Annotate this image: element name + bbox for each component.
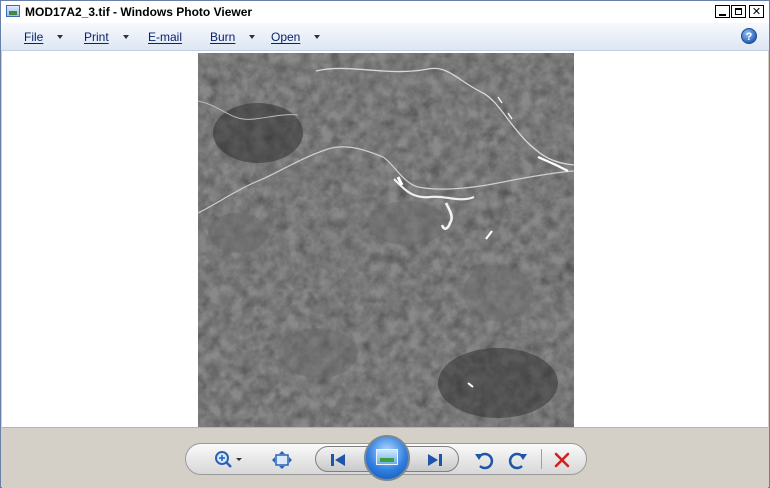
rotate-clockwise-button[interactable] — [508, 450, 528, 470]
menu-email-label: E-mail — [148, 30, 183, 44]
chevron-down-icon — [122, 34, 129, 39]
image-viewport[interactable] — [2, 51, 768, 427]
menu-burn[interactable]: Burn — [210, 30, 256, 44]
slideshow-icon — [376, 449, 398, 465]
slideshow-button[interactable] — [364, 435, 410, 481]
menu-print-label: Print — [84, 30, 109, 44]
chevron-down-icon — [314, 34, 321, 39]
menu-email[interactable]: E-mail — [148, 30, 182, 44]
maximize-icon — [735, 8, 742, 15]
magnifier-plus-icon — [215, 451, 242, 468]
skip-back-icon — [331, 454, 345, 466]
delete-button[interactable] — [553, 451, 571, 469]
satellite-image — [197, 53, 575, 427]
previous-button[interactable] — [328, 452, 348, 468]
actual-size-button[interactable] — [272, 451, 292, 469]
menu-burn-label: Burn — [210, 30, 236, 44]
close-button[interactable]: ✕ — [749, 5, 764, 18]
menu-print[interactable]: Print — [84, 30, 129, 44]
rotate-right-icon — [508, 452, 527, 470]
help-icon[interactable]: ? — [741, 28, 757, 44]
satellite-image-graphic — [197, 53, 575, 427]
skip-forward-icon — [428, 454, 442, 466]
maximize-button[interactable] — [731, 5, 746, 18]
menu-bar: File Print E-mail Burn Open ? — [1, 23, 769, 51]
minimize-button[interactable] — [715, 5, 730, 18]
photo-viewer-window: MOD17A2_3.tif - Windows Photo Viewer ✕ F… — [0, 0, 770, 488]
zoom-button[interactable] — [214, 450, 246, 470]
delete-x-icon — [554, 452, 570, 468]
menu-file-label: File — [24, 30, 44, 44]
minimize-icon — [719, 14, 726, 16]
title-bar[interactable]: MOD17A2_3.tif - Windows Photo Viewer ✕ — [1, 1, 769, 24]
rotate-counterclockwise-button[interactable] — [474, 450, 494, 470]
menu-open[interactable]: Open — [271, 30, 321, 44]
chevron-down-icon — [249, 34, 256, 39]
next-button[interactable] — [425, 452, 445, 468]
close-icon: ✕ — [751, 5, 762, 18]
toolbar-divider — [541, 449, 542, 469]
menu-open-label: Open — [271, 30, 301, 44]
rotate-left-icon — [475, 452, 494, 470]
window-title: MOD17A2_3.tif - Windows Photo Viewer — [25, 5, 253, 19]
photo-viewer-icon[interactable] — [6, 5, 20, 17]
fit-window-icon — [272, 451, 292, 469]
chevron-down-icon — [57, 34, 64, 39]
menu-file[interactable]: File — [24, 30, 64, 44]
bottom-toolbar — [2, 427, 768, 488]
